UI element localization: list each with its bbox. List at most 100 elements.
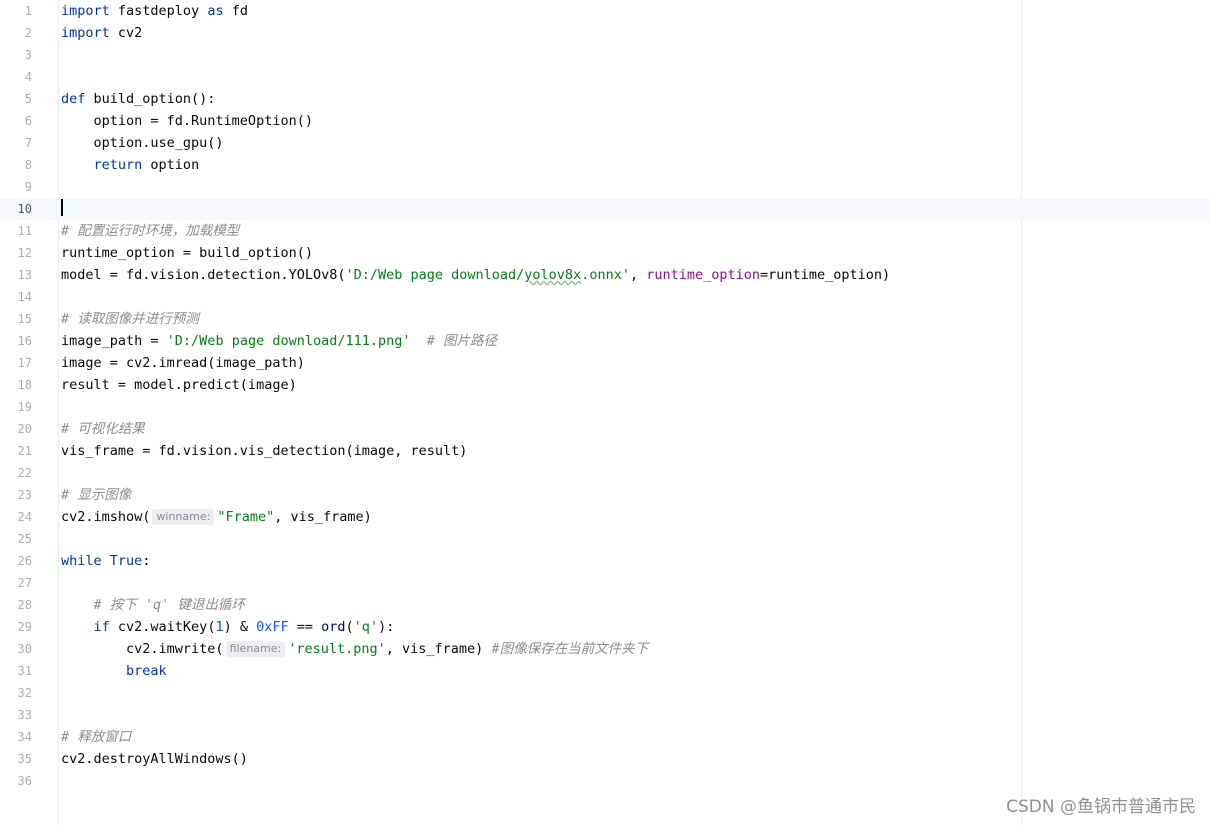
code-line[interactable]: 21 vis_frame = fd.vision.vis_detection(im… [0, 440, 1210, 462]
code-text[interactable]: cv2.imwrite(filename:'result.png', vis_f… [61, 638, 648, 660]
line-number: 21 [17, 444, 32, 458]
code-line[interactable]: 30 cv2.imwrite(filename:'result.png', vi… [0, 638, 1210, 660]
code-line[interactable]: 10 [0, 198, 1210, 220]
code-text[interactable]: model = fd.vision.detection.YOLOv8('D:/W… [61, 264, 890, 286]
code-token: import [61, 3, 110, 19]
code-comment: #图像保存在当前文件夹下 [491, 641, 649, 657]
code-text[interactable]: vis_frame = fd.vision.vis_detection(imag… [61, 440, 467, 462]
code-line[interactable]: 1 import fastdeploy as fd [0, 0, 1210, 22]
code-line[interactable]: 16 image_path = 'D:/Web page download/111… [0, 330, 1210, 352]
code-text[interactable]: return option [61, 154, 200, 176]
code-token: yolov8x [524, 267, 582, 283]
code-line[interactable]: 18 result = model.predict(image) [0, 374, 1210, 396]
line-number: 29 [17, 620, 32, 634]
code-text[interactable]: option = fd.RuntimeOption() [61, 110, 313, 132]
code-line[interactable]: 14 [0, 286, 1210, 308]
code-line[interactable]: 2 import cv2 [0, 22, 1210, 44]
code-text[interactable]: image = cv2.imread(image_path) [61, 352, 305, 374]
code-token: .onnx' [581, 267, 630, 283]
code-line[interactable]: 6 option = fd.RuntimeOption() [0, 110, 1210, 132]
code-token: "Frame" [217, 509, 275, 525]
line-number: 17 [17, 356, 32, 370]
code-token: result = model.predict(image) [61, 377, 297, 393]
code-line[interactable]: 26 while True: [0, 550, 1210, 572]
code-line[interactable]: 11 # 配置运行时环境，加载模型 [0, 220, 1210, 242]
line-number: 24 [17, 510, 32, 524]
code-text[interactable] [61, 198, 63, 220]
code-editor[interactable]: 1 import fastdeploy as fd 2 import cv2 3 4 5 de… [0, 0, 1210, 825]
code-line[interactable]: 15 # 读取图像并进行预测 [0, 308, 1210, 330]
code-token: option = fd.RuntimeOption() [61, 113, 313, 129]
code-line[interactable]: 19 [0, 396, 1210, 418]
code-line[interactable]: 28 # 按下 'q' 键退出循环 [0, 594, 1210, 616]
code-line[interactable]: 7 option.use_gpu() [0, 132, 1210, 154]
code-text[interactable]: # 按下 'q' 键退出循环 [61, 594, 245, 616]
code-token: True [109, 553, 143, 569]
code-token: vis_frame = fd.vision.vis_detection(imag… [61, 443, 468, 459]
code-line[interactable]: 24 cv2.imshow(winname: "Frame", vis_frame) [0, 506, 1210, 528]
code-text[interactable]: # 释放窗口 [61, 726, 131, 748]
line-number: 31 [17, 664, 32, 678]
line-number: 28 [17, 598, 32, 612]
code-token: fd [223, 3, 248, 19]
code-text[interactable]: result = model.predict(image) [61, 374, 297, 396]
line-number: 19 [17, 400, 32, 414]
code-text[interactable]: runtime_option = build_option() [61, 242, 313, 264]
code-text[interactable]: def build_option(): [61, 88, 215, 110]
code-token: =runtime_option) [760, 267, 891, 283]
code-line[interactable]: 12 runtime_option = build_option() [0, 242, 1210, 264]
code-line[interactable]: 20 # 可视化结果 [0, 418, 1210, 440]
code-line[interactable]: 33 [0, 704, 1210, 726]
code-text[interactable]: import cv2 [61, 22, 142, 44]
code-text[interactable]: # 显示图像 [61, 484, 131, 506]
code-line[interactable]: 13 model = fd.vision.detection.YOLOv8('D:… [0, 264, 1210, 286]
code-token: , vis_frame) [274, 509, 372, 525]
code-line[interactable]: 34 # 释放窗口 [0, 726, 1210, 748]
line-number: 6 [24, 114, 32, 128]
code-line[interactable]: 17 image = cv2.imread(image_path) [0, 352, 1210, 374]
code-line[interactable]: 36 [0, 770, 1210, 792]
code-line[interactable]: 31 break [0, 660, 1210, 682]
code-token: 'q' [353, 619, 379, 635]
code-line[interactable]: 9 [0, 176, 1210, 198]
code-line[interactable]: 32 [0, 682, 1210, 704]
code-text[interactable]: # 可视化结果 [61, 418, 145, 440]
code-line[interactable]: 27 [0, 572, 1210, 594]
code-line[interactable]: 25 [0, 528, 1210, 550]
code-line[interactable]: 5 def build_option(): [0, 88, 1210, 110]
code-token: break [126, 663, 167, 679]
code-line[interactable]: 8 return option [0, 154, 1210, 176]
code-text[interactable]: cv2.destroyAllWindows() [61, 748, 248, 770]
code-text[interactable]: while True: [61, 550, 150, 572]
code-text[interactable]: if cv2.waitKey(1) & 0xFF == ord('q'): [61, 616, 395, 638]
line-number: 35 [17, 752, 32, 766]
code-token: runtime_option = build_option() [61, 245, 313, 261]
code-text[interactable]: # 配置运行时环境，加载模型 [61, 220, 239, 242]
code-token: cv2.imshow( [61, 509, 151, 525]
code-text[interactable]: break [61, 660, 167, 682]
code-token: as [207, 3, 224, 19]
line-number: 27 [17, 576, 32, 590]
line-number: 25 [17, 532, 32, 546]
code-line[interactable]: 22 [0, 462, 1210, 484]
code-line[interactable]: 35 cv2.destroyAllWindows() [0, 748, 1210, 770]
watermark: CSDN @鱼锅市普通市民 [1006, 797, 1196, 817]
code-token: while [61, 553, 102, 569]
code-text[interactable]: cv2.imshow(winname: "Frame", vis_frame) [61, 506, 372, 528]
code-text[interactable]: # 读取图像并进行预测 [61, 308, 199, 330]
code-line[interactable]: 4 [0, 66, 1210, 88]
code-token: ord [321, 619, 346, 635]
line-number: 7 [24, 136, 32, 150]
line-number: 34 [17, 730, 32, 744]
code-token: option [142, 157, 200, 173]
line-number: 18 [17, 378, 32, 392]
code-line[interactable]: 29 if cv2.waitKey(1) & 0xFF == ord('q'): [0, 616, 1210, 638]
code-line[interactable]: 3 [0, 44, 1210, 66]
code-text[interactable]: image_path = 'D:/Web page download/111.p… [61, 330, 497, 352]
code-line[interactable]: 23 # 显示图像 [0, 484, 1210, 506]
code-text[interactable]: option.use_gpu() [61, 132, 224, 154]
line-number: 4 [24, 70, 32, 84]
code-text[interactable]: import fastdeploy as fd [61, 0, 248, 22]
